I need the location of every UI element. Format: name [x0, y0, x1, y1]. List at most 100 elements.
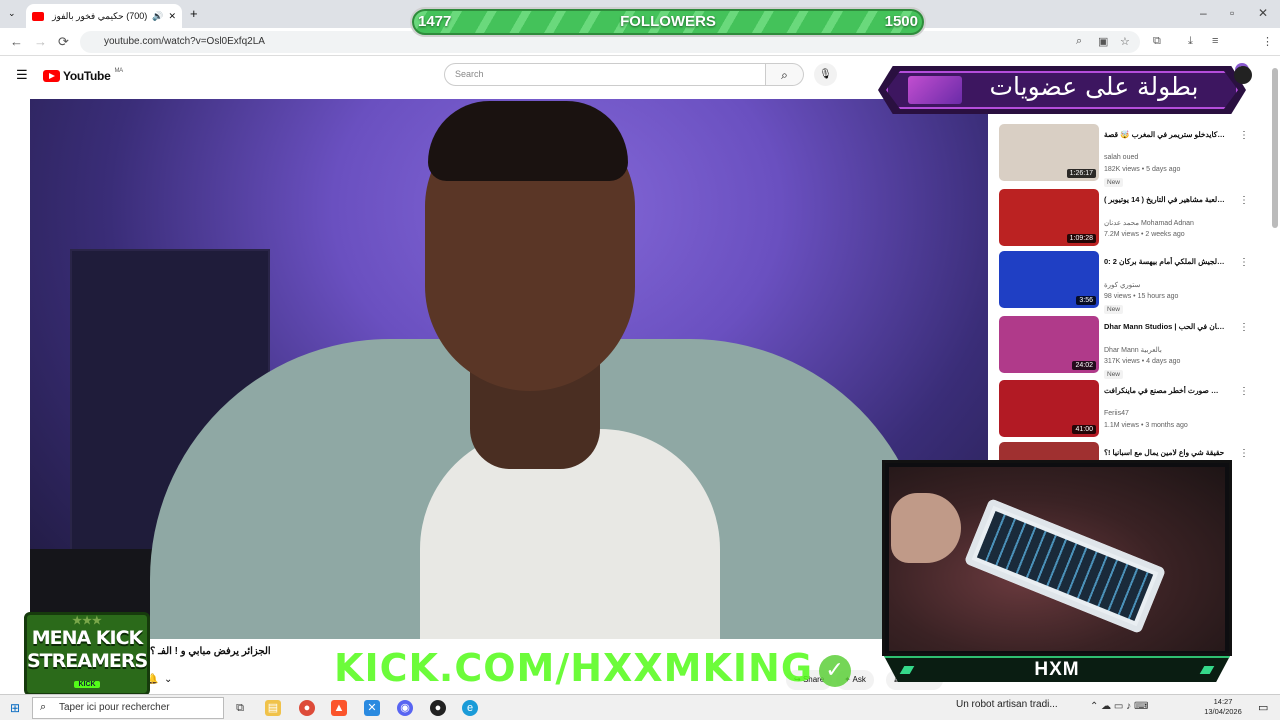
- mena-line1: MENA KICK: [31, 627, 144, 649]
- followers-goal-bar: 1477 FOLLOWERS 1500: [410, 7, 926, 37]
- microphone-icon: 🎙: [819, 69, 832, 80]
- tray-icons[interactable]: ⌃ ☁ ▭ ♪ ⌨: [1090, 701, 1148, 712]
- youtube-logo-text: YouTube: [63, 69, 111, 83]
- tab-list-icon[interactable]: ⌄: [8, 8, 16, 19]
- recommendation-item[interactable]: 41:00 صورت أخطر مصنع في ماينكرافت 💀 Mine…: [999, 380, 1269, 440]
- clock-time: 14:27: [1213, 697, 1233, 706]
- video-thumbnail[interactable]: 1:26:17: [999, 124, 1099, 181]
- recommendation-title[interactable]: حقيقة شي واع لامين يمال مع اسبانيا !؟: [1104, 448, 1226, 458]
- recommendation-item[interactable]: 24:02 Dhar Mann Studios | جنوان في لعبة …: [999, 316, 1269, 379]
- notification-center-icon[interactable]: ▭: [1258, 701, 1268, 714]
- person-hair: [428, 101, 628, 181]
- video-meta: 317K views • 4 days ago: [1104, 358, 1181, 365]
- recommendation-item[interactable]: 3:56 تعليقات مثيرة في التلفزيون المصري ع…: [999, 251, 1269, 314]
- search-button[interactable]: ⌕: [766, 63, 804, 86]
- discord-icon[interactable]: ◉: [397, 700, 413, 716]
- vscode-icon[interactable]: ✕: [364, 700, 380, 716]
- video-duration: 24:02: [1072, 361, 1096, 370]
- close-window-icon[interactable]: ✕: [1258, 6, 1268, 20]
- clock[interactable]: 14:27 13/04/2026: [1198, 697, 1248, 717]
- video-thumbnail[interactable]: 3:56: [999, 251, 1099, 308]
- zoom-icon[interactable]: ⌕: [1076, 35, 1082, 48]
- ask-label: Ask: [852, 675, 866, 684]
- windows-start-icon[interactable]: ⊞: [10, 701, 20, 715]
- recommendation-title[interactable]: اقوى لعبة مشاهير في التاريخ ( 14 يوتيوبر…: [1104, 195, 1226, 205]
- taskbar-search-input[interactable]: Taper ici pour rechercher: [32, 697, 224, 719]
- more-options-icon[interactable]: ⋮: [1239, 386, 1249, 397]
- video-thumbnail[interactable]: 24:02: [999, 316, 1099, 373]
- recommendation-title[interactable]: Dhar Mann Studios | جنوان في لعبة يقعان …: [1104, 322, 1226, 332]
- mena-kick-streamers-badge: ★★★ MENA KICK STREAMERS KICK: [24, 612, 150, 696]
- voice-search-button[interactable]: 🎙: [814, 63, 837, 86]
- new-badge: New: [1104, 305, 1124, 314]
- youtube-favicon-icon: [32, 11, 44, 21]
- edge-icon[interactable]: e: [462, 700, 478, 716]
- mena-line2: STREAMERS: [27, 650, 148, 672]
- download-icon[interactable]: ⤓: [1188, 35, 1193, 48]
- reload-icon[interactable]: ⟳: [58, 34, 69, 50]
- recommendation-item[interactable]: 1:09:28 اقوى لعبة مشاهير في التاريخ ( 14…: [999, 189, 1269, 249]
- chevron-down-icon[interactable]: ⌄: [164, 674, 172, 685]
- recommendation-title[interactable]: ذحال كايدخلو ستريمر في المغرب 🤯 قصة mood…: [1104, 130, 1226, 140]
- stars-icon: ★★★: [72, 615, 102, 627]
- video-duration: 1:26:17: [1066, 169, 1096, 178]
- recommendation-item[interactable]: 1:26:17 ذحال كايدخلو ستريمر في المغرب 🤯 …: [999, 124, 1269, 187]
- forward-icon[interactable]: →: [34, 34, 47, 49]
- file-explorer-icon[interactable]: ▤: [265, 700, 281, 716]
- video-thumbnail[interactable]: 41:00: [999, 380, 1099, 437]
- search-input[interactable]: Search: [444, 63, 766, 86]
- more-options-icon[interactable]: ⋮: [1239, 448, 1249, 459]
- hamburger-menu-icon[interactable]: ☰: [16, 67, 28, 83]
- webcam-overlay: [882, 460, 1232, 656]
- browser-tab[interactable]: (700) حكيمي فخور بالفوز بكأ 🔊 ✕: [26, 4, 182, 28]
- chrome-icon[interactable]: ●: [299, 700, 315, 716]
- channel-name[interactable]: Feriis47: [1104, 410, 1129, 417]
- kick-url: KICK.COM/HXXMKING: [334, 646, 814, 690]
- video-duration: 3:56: [1076, 296, 1096, 305]
- search-icon: ⌕: [781, 68, 788, 82]
- followers-goal: 1500: [884, 13, 918, 30]
- recommendation-title[interactable]: تعليقات مثيرة في التلفزيون المصري على فو…: [1104, 257, 1226, 267]
- tab-close-icon[interactable]: ✕: [168, 11, 176, 22]
- media-controls-icon[interactable]: ≡: [1212, 35, 1218, 47]
- back-icon[interactable]: ←: [10, 34, 23, 49]
- more-options-icon[interactable]: ⋮: [1239, 195, 1249, 206]
- cast-icon[interactable]: ▣: [1098, 35, 1108, 48]
- more-options-icon[interactable]: ⋮: [1239, 130, 1249, 141]
- new-tab-icon[interactable]: +: [190, 6, 198, 21]
- channel-name[interactable]: محمد عدنان Mohamad Adnan: [1104, 219, 1194, 227]
- kick-url-overlay: KICK.COM/HXXMKING ✓: [334, 646, 852, 690]
- event-logo: [908, 76, 962, 104]
- tournament-text: بطولة على عضويات: [989, 72, 1199, 101]
- speaker-icon[interactable]: 🔊: [152, 11, 163, 22]
- minimize-icon[interactable]: –: [1200, 6, 1207, 20]
- channel-name[interactable]: ستوري كورة: [1104, 281, 1140, 289]
- channel-name[interactable]: Dhar Mann بالعربية: [1104, 346, 1162, 354]
- new-badge: New: [1104, 178, 1124, 187]
- bookmark-star-icon[interactable]: ☆: [1120, 35, 1130, 48]
- region-code: MA: [114, 68, 123, 74]
- maximize-icon[interactable]: ▫: [1230, 6, 1234, 20]
- brave-icon[interactable]: ▲: [331, 700, 347, 716]
- more-options-icon[interactable]: ⋮: [1239, 257, 1249, 268]
- browser-menu-icon[interactable]: ⋮: [1262, 35, 1273, 48]
- scrollbar[interactable]: [1272, 68, 1278, 228]
- mena-kick-badge: KICK: [74, 681, 100, 688]
- extensions-icon[interactable]: ⧉: [1153, 35, 1161, 48]
- streamer-nameplate: HXM: [884, 656, 1230, 682]
- windows-taskbar: ⊞ Taper ici pour rechercher ⌕ ⧉ ▤ ● ▲ ✕ …: [0, 694, 1280, 720]
- app-icon[interactable]: ●: [430, 700, 446, 716]
- hand-on-mouse: [891, 493, 961, 563]
- verified-check-icon: ✓: [819, 654, 852, 687]
- more-options-icon[interactable]: ⋮: [1239, 322, 1249, 333]
- video-thumbnail[interactable]: 1:09:28: [999, 189, 1099, 246]
- youtube-logo[interactable]: YouTube MA: [43, 68, 123, 83]
- task-view-icon[interactable]: ⧉: [232, 700, 248, 716]
- user-avatar[interactable]: [1234, 66, 1252, 84]
- recommendation-title[interactable]: صورت أخطر مصنع في ماينكرافت 💀 Minecraft!: [1104, 386, 1226, 396]
- video-player[interactable]: [30, 99, 988, 639]
- taskbar-notification[interactable]: Un robot artisan tradi...: [956, 699, 1058, 710]
- followers-label: FOLLOWERS: [620, 13, 716, 30]
- youtube-play-icon: [43, 70, 60, 82]
- channel-name[interactable]: salah oued: [1104, 154, 1138, 161]
